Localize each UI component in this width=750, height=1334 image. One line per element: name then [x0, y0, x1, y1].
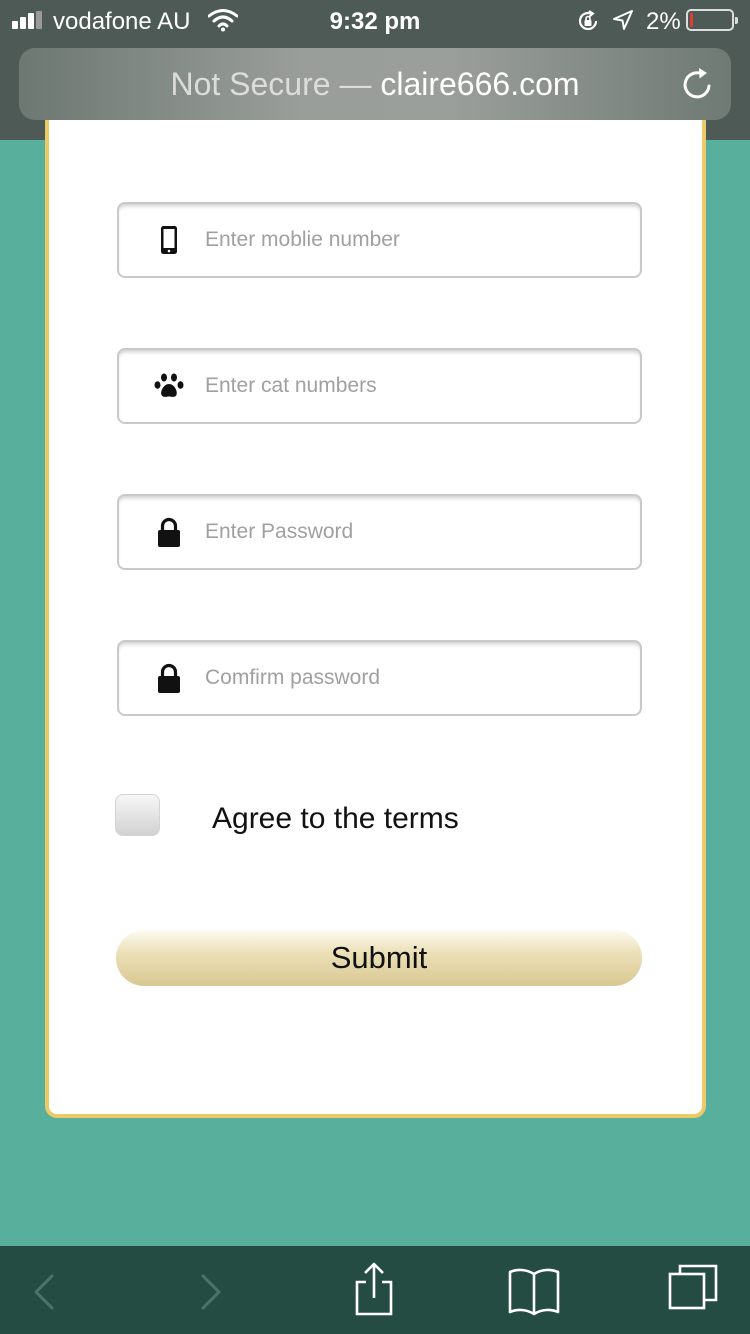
mobile-phone-icon: [161, 226, 177, 254]
agree-terms-checkbox[interactable]: [115, 794, 160, 836]
back-arrow-icon[interactable]: [16, 1262, 72, 1318]
rotation-lock-icon: [578, 10, 598, 31]
cat-numbers-input[interactable]: [205, 350, 625, 422]
battery-icon: [686, 9, 738, 31]
registration-form-card: Agree to the terms Submit: [45, 120, 706, 1118]
mobile-number-input[interactable]: [205, 204, 625, 276]
url-text[interactable]: Not Secure — claire666.com: [19, 66, 731, 103]
confirm-password-field[interactable]: [117, 640, 642, 716]
lock-icon: [158, 517, 180, 547]
battery-percentage: 2%: [646, 8, 681, 35]
reload-icon[interactable]: [681, 66, 715, 102]
browser-top-chrome: vodafone AU 9:32 pm 2% Not Secure — clai…: [0, 0, 750, 140]
domain-label: claire666.com: [380, 66, 580, 102]
browser-toolbar: [0, 1246, 750, 1334]
mobile-number-field[interactable]: [117, 202, 642, 278]
url-separator: —: [330, 66, 381, 102]
lock-icon: [158, 663, 180, 693]
share-icon[interactable]: [346, 1262, 402, 1318]
battery-level-fill: [690, 13, 693, 27]
forward-arrow-icon[interactable]: [183, 1262, 239, 1318]
paw-icon: [154, 373, 184, 397]
address-bar[interactable]: Not Secure — claire666.com: [19, 48, 731, 120]
confirm-password-input[interactable]: [205, 642, 625, 714]
cat-numbers-field[interactable]: [117, 348, 642, 424]
clock: 9:32 pm: [329, 8, 421, 35]
password-input[interactable]: [205, 496, 625, 568]
tabs-icon[interactable]: [666, 1262, 722, 1318]
status-bar: vodafone AU 9:32 pm 2%: [0, 0, 750, 42]
bookmarks-icon[interactable]: [506, 1262, 562, 1318]
agree-terms-label: Agree to the terms: [212, 802, 459, 835]
submit-button[interactable]: Submit: [116, 930, 642, 986]
security-label: Not Secure: [170, 66, 331, 102]
password-field[interactable]: [117, 494, 642, 570]
location-arrow-icon: [613, 10, 633, 30]
